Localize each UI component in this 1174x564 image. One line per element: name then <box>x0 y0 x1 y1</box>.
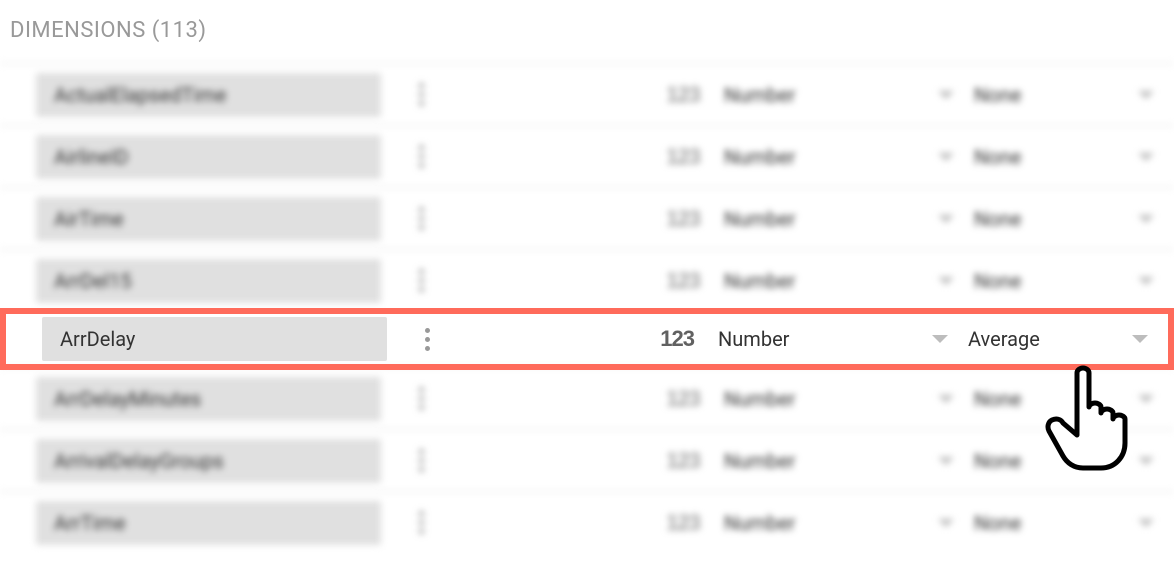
type-icon: 123 <box>630 448 700 474</box>
dimension-rows: ActualElapsedTime 123 Number None Airlin… <box>0 63 1174 553</box>
field-name: AirTime <box>54 207 124 231</box>
type-icon: 123 <box>630 206 700 232</box>
chevron-down-icon <box>938 277 954 285</box>
field-name: ArrivalDelayGroups <box>54 449 224 473</box>
field-name: ArrDelayMinutes <box>54 387 201 411</box>
aggregation-dropdown[interactable]: Average <box>968 327 1168 351</box>
chevron-down-icon <box>1132 335 1148 343</box>
chevron-down-icon <box>1138 153 1154 161</box>
type-dropdown[interactable]: Number <box>724 511 974 535</box>
chevron-down-icon <box>938 153 954 161</box>
chevron-down-icon <box>932 335 948 343</box>
field-name: AirlineID <box>54 145 129 169</box>
chevron-down-icon <box>938 395 954 403</box>
aggregation-dropdown[interactable]: None <box>974 269 1174 293</box>
chevron-down-icon <box>1138 519 1154 527</box>
field-chip[interactable]: ActualElapsedTime <box>36 73 381 117</box>
aggregation-label: None <box>974 207 1138 231</box>
chevron-down-icon <box>938 457 954 465</box>
aggregation-dropdown[interactable]: None <box>974 511 1174 535</box>
dimension-row: ArrivalDelayGroups 123 Number None <box>0 429 1174 491</box>
section-header: DIMENSIONS (113) <box>0 0 1174 63</box>
aggregation-label: None <box>974 449 1138 473</box>
aggregation-label: None <box>974 511 1138 535</box>
type-dropdown[interactable]: Number <box>724 145 974 169</box>
type-dropdown[interactable]: Number <box>724 387 974 411</box>
type-dropdown[interactable]: Number <box>724 449 974 473</box>
type-label: Number <box>724 207 938 231</box>
aggregation-label: Average <box>968 327 1132 351</box>
aggregation-dropdown[interactable]: None <box>974 207 1174 231</box>
kebab-menu-icon[interactable] <box>401 269 441 292</box>
field-name: ArrTime <box>54 511 126 535</box>
dimension-row: ArrDel15 123 Number None <box>0 249 1174 311</box>
field-chip[interactable]: ArrDelay <box>42 317 387 361</box>
type-dropdown[interactable]: Number <box>724 269 974 293</box>
kebab-menu-icon[interactable] <box>401 207 441 230</box>
type-dropdown[interactable]: Number <box>724 207 974 231</box>
dimension-row: ArrDelay 123 Number Average <box>0 308 1174 370</box>
field-name: ArrDel15 <box>54 269 132 293</box>
type-label: Number <box>724 83 938 107</box>
kebab-menu-icon[interactable] <box>401 145 441 168</box>
kebab-menu-icon[interactable] <box>401 387 441 410</box>
type-dropdown[interactable]: Number <box>724 83 974 107</box>
field-chip[interactable]: AirTime <box>36 197 381 241</box>
dimension-row: ActualElapsedTime 123 Number None <box>0 63 1174 125</box>
field-chip[interactable]: ArrDelayMinutes <box>36 377 381 421</box>
aggregation-dropdown[interactable]: None <box>974 387 1174 411</box>
chevron-down-icon <box>1138 457 1154 465</box>
type-icon: 123 <box>630 82 700 108</box>
dimension-row: AirTime 123 Number None <box>0 187 1174 249</box>
aggregation-dropdown[interactable]: None <box>974 145 1174 169</box>
chevron-down-icon <box>1138 277 1154 285</box>
kebab-menu-icon[interactable] <box>407 328 447 351</box>
dimension-row: ArrTime 123 Number None <box>0 491 1174 553</box>
aggregation-label: None <box>974 83 1138 107</box>
chevron-down-icon <box>938 91 954 99</box>
aggregation-dropdown[interactable]: None <box>974 449 1174 473</box>
field-name: ActualElapsedTime <box>54 83 226 107</box>
type-dropdown[interactable]: Number <box>718 327 968 351</box>
chevron-down-icon <box>1138 215 1154 223</box>
dimension-row: AirlineID 123 Number None <box>0 125 1174 187</box>
type-label: Number <box>724 511 938 535</box>
aggregation-label: None <box>974 387 1138 411</box>
dimension-row: ArrDelayMinutes 123 Number None <box>0 367 1174 429</box>
type-icon: 123 <box>624 326 694 352</box>
aggregation-dropdown[interactable]: None <box>974 83 1174 107</box>
field-chip[interactable]: ArrivalDelayGroups <box>36 439 381 483</box>
chevron-down-icon <box>938 519 954 527</box>
type-icon: 123 <box>630 144 700 170</box>
kebab-menu-icon[interactable] <box>401 511 441 534</box>
type-label: Number <box>724 449 938 473</box>
aggregation-label: None <box>974 145 1138 169</box>
field-chip[interactable]: AirlineID <box>36 135 381 179</box>
kebab-menu-icon[interactable] <box>401 83 441 106</box>
type-label: Number <box>718 327 932 351</box>
field-chip[interactable]: ArrTime <box>36 501 381 545</box>
type-icon: 123 <box>630 510 700 536</box>
type-label: Number <box>724 387 938 411</box>
field-name: ArrDelay <box>60 327 135 351</box>
type-label: Number <box>724 269 938 293</box>
chevron-down-icon <box>1138 91 1154 99</box>
field-chip[interactable]: ArrDel15 <box>36 259 381 303</box>
type-icon: 123 <box>630 268 700 294</box>
kebab-menu-icon[interactable] <box>401 449 441 472</box>
aggregation-label: None <box>974 269 1138 293</box>
type-label: Number <box>724 145 938 169</box>
chevron-down-icon <box>938 215 954 223</box>
chevron-down-icon <box>1138 395 1154 403</box>
type-icon: 123 <box>630 386 700 412</box>
